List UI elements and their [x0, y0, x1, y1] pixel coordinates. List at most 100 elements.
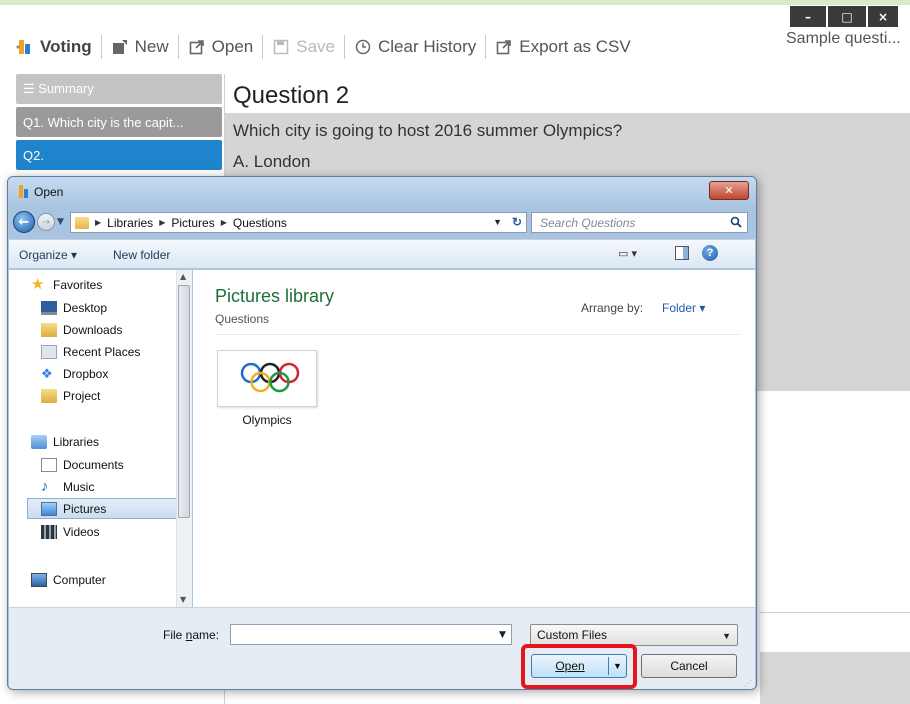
- file-name-input[interactable]: [230, 624, 512, 645]
- scroll-down-icon[interactable]: ▼: [180, 595, 186, 604]
- file-name-dropdown-icon[interactable]: ▼: [499, 630, 506, 640]
- clear-history-button[interactable]: Clear History: [345, 37, 485, 57]
- window-controls: – □ ×: [790, 6, 898, 27]
- content-divider: [215, 334, 741, 335]
- nav-desktop-label: Desktop: [63, 300, 108, 315]
- help-icon[interactable]: ?: [702, 245, 718, 261]
- nav-project[interactable]: Project: [41, 385, 100, 406]
- bottom-area: [760, 652, 910, 704]
- navigation-pane: ★ Favorites Desktop Downloads Recent Pla…: [9, 270, 192, 607]
- star-icon: ★: [31, 275, 45, 293]
- search-input[interactable]: Search Questions: [531, 212, 748, 233]
- new-button[interactable]: New: [102, 37, 178, 57]
- sidebar-item-q1[interactable]: Q1. Which city is the capit...: [16, 107, 222, 137]
- app-title: Voting: [16, 37, 101, 57]
- sidebar-item-q2[interactable]: Q2.: [16, 140, 222, 170]
- forward-button[interactable]: →: [37, 213, 55, 231]
- save-button[interactable]: Save: [263, 37, 344, 57]
- nav-downloads[interactable]: Downloads: [41, 319, 122, 340]
- export-csv-button[interactable]: Export as CSV: [486, 37, 640, 57]
- open-button[interactable]: Open ▼: [531, 654, 627, 678]
- new-folder-button[interactable]: New folder: [113, 248, 170, 262]
- music-icon: ♪: [41, 477, 49, 495]
- voting-logo-icon: [16, 38, 34, 56]
- open-toolbar-button[interactable]: Open: [179, 37, 263, 57]
- maximize-button[interactable]: □: [828, 6, 866, 27]
- command-bar: Organize ▾ New folder ▭ ▾ ?: [9, 239, 755, 269]
- sample-questions-label[interactable]: Sample questi...: [786, 30, 910, 48]
- content-pane: Pictures library Questions Arrange by: F…: [193, 270, 755, 607]
- folder-icon: [41, 388, 57, 403]
- videos-icon: [41, 524, 57, 539]
- nav-computer[interactable]: Computer: [31, 569, 106, 590]
- back-button[interactable]: ←: [13, 211, 35, 233]
- olympic-rings-icon: [240, 362, 300, 393]
- search-icon[interactable]: [730, 216, 742, 228]
- breadcrumb-libraries[interactable]: Libraries: [107, 216, 153, 230]
- library-subtitle: Questions: [215, 312, 270, 326]
- file-type-select[interactable]: Custom Files ▼: [530, 624, 738, 646]
- organize-menu[interactable]: Organize ▾: [19, 248, 77, 262]
- documents-icon: [41, 457, 57, 472]
- nav-dropbox[interactable]: ❖ Dropbox: [41, 363, 108, 384]
- save-icon: [272, 38, 290, 56]
- dialog-title: Open: [34, 185, 64, 199]
- open-split-divider: [608, 657, 609, 675]
- nav-libraries[interactable]: Libraries: [31, 431, 99, 452]
- scrollbar-thumb[interactable]: [178, 285, 190, 518]
- dialog-close-button[interactable]: ✕: [709, 181, 749, 200]
- file-thumbnail-olympics[interactable]: [217, 350, 317, 407]
- nav-documents-label: Documents: [63, 457, 124, 472]
- nav-documents[interactable]: Documents: [41, 454, 124, 475]
- history-dropdown-icon[interactable]: ▼: [57, 217, 64, 227]
- nav-computer-label: Computer: [53, 572, 106, 587]
- history-icon: [354, 38, 372, 56]
- nav-favorites[interactable]: ★ Favorites: [31, 274, 102, 295]
- app-icon: [19, 185, 28, 198]
- open-dropdown-icon[interactable]: ▼: [613, 661, 622, 671]
- dialog-titlebar[interactable]: Open ✕: [8, 177, 756, 207]
- computer-icon: [31, 572, 47, 587]
- chevron-right-icon[interactable]: ▶: [95, 218, 101, 227]
- minimize-button[interactable]: –: [790, 6, 826, 27]
- file-name-olympics[interactable]: Olympics: [217, 413, 317, 427]
- arrange-by-dropdown[interactable]: Folder ▾: [662, 301, 705, 315]
- answer-option[interactable]: A. London: [233, 152, 311, 172]
- question-title: Question 2: [233, 82, 350, 109]
- resize-grip-icon[interactable]: ⋰: [744, 679, 752, 688]
- nav-dropbox-label: Dropbox: [63, 366, 109, 381]
- nav-pictures-label: Pictures: [63, 501, 107, 516]
- libraries-icon: [31, 434, 47, 449]
- navigation-row: ← → ▼ ▶ Libraries ▶ Pictures ▶ Questions…: [8, 207, 756, 239]
- library-title: Pictures library: [215, 286, 335, 306]
- downloads-icon: [41, 322, 57, 337]
- nav-desktop[interactable]: Desktop: [41, 297, 107, 318]
- save-label: Save: [296, 37, 335, 56]
- new-label: New: [134, 37, 169, 56]
- nav-pictures[interactable]: Pictures: [27, 498, 177, 519]
- chevron-right-icon[interactable]: ▶: [221, 218, 227, 227]
- breadcrumb-questions[interactable]: Questions: [233, 216, 287, 230]
- scroll-up-icon[interactable]: ▲: [180, 272, 186, 281]
- chevron-right-icon[interactable]: ▶: [159, 218, 165, 227]
- sidebar-item-summary[interactable]: ☰ Summary: [16, 74, 222, 104]
- nav-music-label: Music: [63, 479, 95, 494]
- dialog-footer: File name: ▼ Custom Files ▼ Open ▼ Cance…: [9, 607, 755, 689]
- preview-pane-icon[interactable]: [675, 246, 689, 260]
- address-dropdown-icon[interactable]: ▼: [493, 217, 502, 227]
- nav-recent-places[interactable]: Recent Places: [41, 341, 140, 362]
- chevron-down-icon: ▼: [722, 631, 731, 641]
- open-button-label[interactable]: Open: [532, 655, 608, 677]
- file-name-label: File name:: [163, 628, 220, 642]
- nav-videos[interactable]: Videos: [41, 521, 99, 542]
- nav-music[interactable]: ♪ Music: [41, 476, 94, 497]
- refresh-icon[interactable]: ↻: [512, 215, 522, 229]
- nav-project-label: Project: [63, 388, 101, 403]
- new-icon: [111, 38, 129, 56]
- breadcrumb-pictures[interactable]: Pictures: [171, 216, 214, 230]
- view-options-icon[interactable]: ▭ ▾: [618, 247, 644, 261]
- address-bar[interactable]: ▶ Libraries ▶ Pictures ▶ Questions ▼ ↻: [70, 212, 527, 233]
- close-button[interactable]: ×: [868, 6, 898, 27]
- cancel-button[interactable]: Cancel: [641, 654, 737, 678]
- app-title-label: Voting: [40, 37, 92, 56]
